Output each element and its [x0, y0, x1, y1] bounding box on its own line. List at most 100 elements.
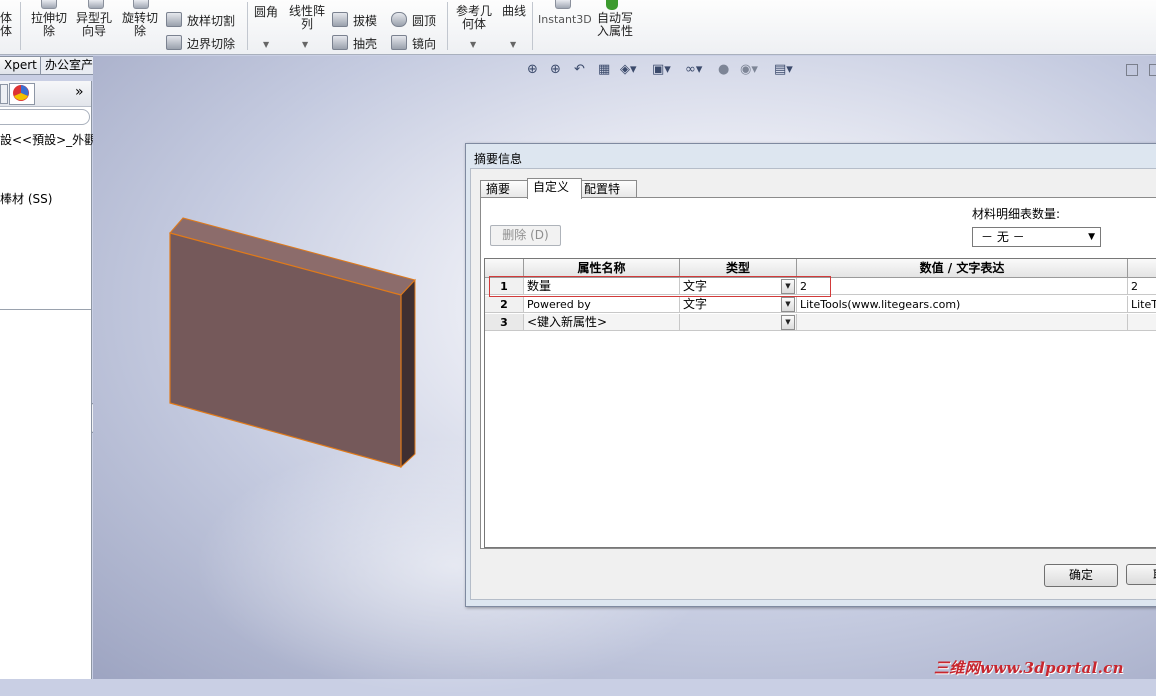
property-type-cell[interactable]: 文字 [680, 296, 797, 313]
appearance-tab[interactable] [9, 83, 35, 105]
row-number[interactable]: 1 [485, 278, 524, 295]
dialog-title: 摘要信息 [474, 152, 523, 166]
property-type-cell[interactable]: 文字 [680, 278, 797, 295]
type-dropdown-icon[interactable]: ▼ [781, 279, 795, 294]
property-name-cell[interactable]: Powered by [524, 296, 680, 313]
hide-show-items-icon[interactable]: ∞▾ [685, 62, 702, 77]
tab-custom[interactable]: 自定义 [527, 178, 582, 199]
tree-item-label: 棒材 (SS) [0, 192, 53, 206]
tab-label: 自定义 [533, 180, 570, 194]
tree-item-display-state[interactable]: 設<<預設>_外觀 [0, 131, 96, 148]
ribbon-label: 自动写 入属性 [597, 11, 634, 38]
reference-geometry-button[interactable]: 参考几 何体 [456, 5, 492, 31]
ribbon-divider [532, 2, 533, 50]
reference-geometry-dropdown-icon[interactable]: ▼ [470, 40, 476, 49]
ok-button[interactable]: 确定 [1044, 564, 1118, 587]
pane-tab-stub[interactable] [0, 84, 8, 104]
type-dropdown-icon[interactable]: ▼ [781, 297, 795, 312]
view-settings-icon[interactable]: ▤▾ [774, 62, 793, 77]
part-model[interactable] [160, 210, 420, 475]
column-header-evaluated[interactable] [1128, 259, 1156, 278]
zoom-to-fit-icon[interactable]: ⊕ [527, 62, 538, 77]
grid-corner-header [485, 259, 524, 278]
revolved-cut-icon [133, 0, 149, 9]
mirror-button[interactable]: 镜向 [391, 35, 436, 51]
tab-summary[interactable]: 摘要 [480, 180, 529, 198]
property-type-cell[interactable] [680, 314, 797, 331]
draft-button[interactable]: 拔模 [332, 12, 377, 28]
feature-manager-pane [0, 81, 92, 679]
delete-button[interactable]: 删除 (D) [490, 225, 561, 246]
column-header-type[interactable]: 类型 [680, 259, 797, 278]
evaluated-value-cell [1128, 314, 1156, 331]
dome-button[interactable]: 圆顶 [391, 12, 436, 28]
row-number[interactable]: 3 [485, 314, 524, 331]
auto-property-icon [606, 0, 618, 10]
ribbon-label: 拉伸切 除 [31, 11, 68, 38]
property-name-cell[interactable]: 数量 [524, 278, 680, 295]
lofted-cut-icon [166, 12, 182, 27]
view-orientation-icon[interactable]: ◈▾ [620, 62, 637, 77]
extruded-cut-button[interactable]: 拉伸切 除 [31, 12, 67, 38]
tree-filter-box[interactable] [0, 109, 90, 125]
evaluated-value-cell: 2 [1128, 278, 1156, 295]
property-value-cell[interactable] [797, 314, 1128, 331]
properties-grid: 属性名称 类型 数值 / 文字表达 1 数量 文字 ▼ 2 2 2 Powere… [484, 258, 1156, 548]
restore-view-icon[interactable] [1149, 64, 1156, 76]
row-number[interactable]: 2 [485, 296, 524, 313]
ribbon-label: 镜向 [412, 37, 437, 51]
edit-appearance-icon[interactable]: ● [718, 62, 729, 77]
tab-label: Xpert [4, 58, 37, 72]
fillet-dropdown-icon[interactable]: ▼ [263, 40, 269, 49]
instant3d-button[interactable]: Instant3D [538, 13, 592, 26]
fillet-button[interactable]: 圆角 [254, 6, 278, 19]
section-view-icon[interactable]: ▦ [598, 62, 610, 77]
bom-quantity-select[interactable]: － 无 － ▼ [972, 227, 1101, 247]
chevron-down-icon: ▼ [1088, 232, 1095, 242]
split-view-icon[interactable] [1126, 64, 1138, 76]
property-value-cell[interactable]: LiteTools(www.litegears.com) [797, 296, 1128, 313]
column-header-name[interactable]: 属性名称 [524, 259, 680, 278]
shell-icon [332, 35, 348, 50]
property-value-cell[interactable]: 2 [797, 278, 1128, 295]
auto-write-property-button[interactable]: 自动写 入属性 [597, 12, 633, 38]
hole-wizard-button[interactable]: 异型孔 向导 [76, 12, 112, 38]
appearance-icon [13, 85, 29, 101]
ribbon-label: 异型孔 向导 [76, 11, 113, 38]
extruded-cut-icon [41, 0, 57, 9]
tab-xpert[interactable]: Xpert [0, 56, 43, 75]
ribbon-label: 体 体 [0, 11, 13, 38]
ribbon-label: 线性阵 列 [289, 4, 326, 31]
draft-icon [332, 12, 348, 27]
zoom-to-area-icon[interactable]: ⊕ [550, 62, 561, 77]
revolved-cut-button[interactable]: 旋转切 除 [122, 12, 158, 38]
previous-view-icon[interactable]: ↶ [574, 62, 585, 77]
ribbon-button-body[interactable]: 体 体 [0, 12, 12, 38]
instant3d-icon [555, 0, 571, 9]
column-header-value[interactable]: 数值 / 文字表达 [797, 259, 1128, 278]
pattern-dropdown-icon[interactable]: ▼ [302, 40, 308, 49]
curves-dropdown-icon[interactable]: ▼ [510, 40, 516, 49]
ribbon-label: 旋转切 除 [122, 11, 159, 38]
expand-pane-icon[interactable]: » [75, 84, 84, 100]
boundary-cut-button[interactable]: 边界切除 [166, 35, 235, 51]
boundary-cut-icon [166, 35, 182, 50]
tree-item-material[interactable]: 棒材 (SS) [0, 190, 52, 207]
lofted-cut-button[interactable]: 放样切割 [166, 12, 235, 28]
shell-button[interactable]: 抽壳 [332, 35, 377, 51]
curves-button[interactable]: 曲线 [502, 5, 526, 18]
ribbon-label: 抽壳 [353, 37, 378, 51]
pane-splitter[interactable] [0, 309, 91, 310]
dome-icon [391, 12, 407, 27]
linear-pattern-button[interactable]: 线性阵 列 [289, 5, 325, 31]
evaluated-value-cell: LiteTo [1128, 296, 1156, 313]
part-side-face[interactable] [400, 278, 416, 469]
apply-scene-icon[interactable]: ◉▾ [740, 62, 758, 77]
new-property-cell[interactable]: <键入新属性> [524, 314, 680, 331]
ribbon-label: 边界切除 [187, 37, 236, 51]
type-dropdown-icon[interactable]: ▼ [781, 315, 795, 330]
display-style-icon[interactable]: ▣▾ [652, 62, 671, 77]
tab-configuration-specific[interactable]: 配置特定 [578, 180, 637, 213]
ribbon-divider [247, 2, 248, 50]
cancel-button[interactable]: 取 [1126, 564, 1156, 585]
